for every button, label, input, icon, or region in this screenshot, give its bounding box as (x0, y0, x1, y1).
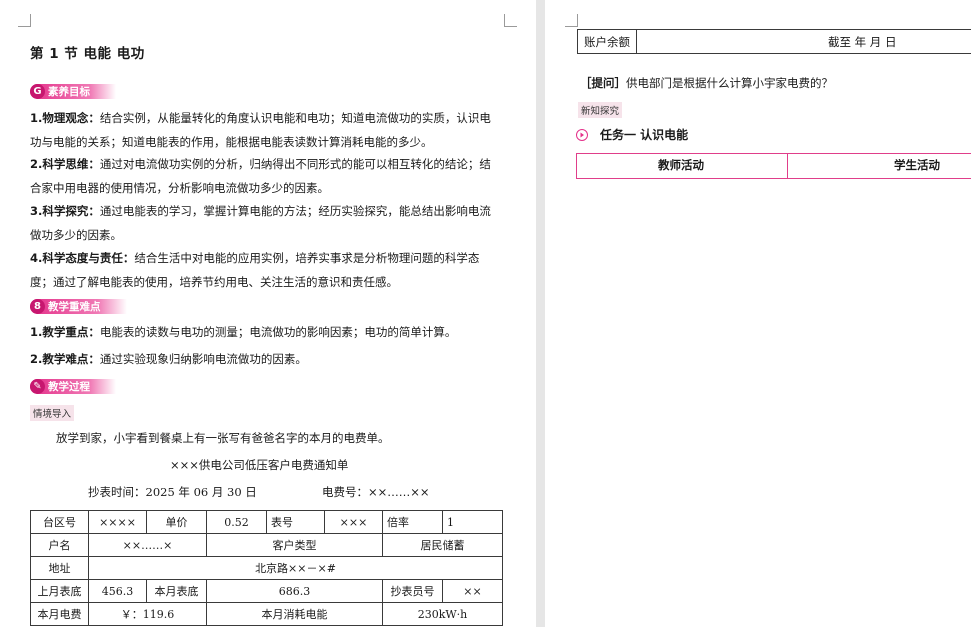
table-cell: ×× (442, 579, 503, 603)
key-points-icon: 8 (30, 299, 45, 314)
table-cell: 抄表员号 (382, 579, 443, 603)
bill-table: 台区号 ×××× 单价 0.52 表号 ××× 倍率 1 户名 ××……× 客户… (30, 510, 503, 626)
objective-lead: 3.科学探究： (30, 204, 100, 218)
margin-corner-mark (18, 14, 31, 27)
keypoint-text: 电能表的读数与电功的测量；电流做功的影响因素；电功的简单计算。 (99, 325, 457, 339)
table-cell: ××× (324, 510, 383, 534)
margin-corner-mark (565, 14, 578, 27)
table-row: 户名 ××……× 客户类型 居民储蓄 (30, 533, 503, 557)
objective-lead: 2.科学思维： (30, 157, 100, 171)
process-badge: ✎ 教学过程 (30, 379, 116, 394)
table-cell: 表号 (266, 510, 325, 534)
balance-date: 截至 年 月 日 (828, 35, 897, 49)
table-divider (787, 154, 788, 178)
edit-icon: ✎ (30, 379, 45, 394)
objective-lead: 1.物理观念： (30, 111, 100, 125)
left-page: 第 1 节 电能 电功 G 素养目标 1.物理观念：结合实例，从能量转化的角度认… (0, 0, 536, 627)
objective-paragraph: 3.科学探究：通过电能表的学习，掌握计算电能的方法；经历实验探究，能总结出影响电… (30, 200, 500, 247)
explore-tag: 新知探究 (578, 102, 623, 118)
question-lead: ［提问］ (580, 76, 626, 90)
balance-row: 账户余额 截至 年 月 日 (577, 29, 971, 54)
table-cell: 本月电费 (30, 602, 89, 626)
balance-label: 账户余额 (578, 30, 637, 53)
table-cell: 1 (442, 510, 503, 534)
table-cell: ×××× (88, 510, 147, 534)
objective-paragraph: 1.物理观念：结合实例，从能量转化的角度认识电能和电功；知道电流做功的实质，认识… (30, 107, 500, 154)
objective-paragraph: 4.科学态度与责任：结合生活中对电能的应用实例，培养实事求是分析物理问题的科学态… (30, 247, 500, 294)
table-row: 本月电费 ￥：119.6 本月消耗电能 230kW·h (30, 602, 503, 626)
objective-text: 通过电能表的学习，掌握计算电能的方法；经历实验探究，能总结出影响电流做功多少的因… (30, 204, 491, 242)
bill-title: ×××供电公司低压客户电费通知单 (170, 458, 349, 472)
table-cell: 北京路××－×# (88, 556, 503, 580)
activity-table: 教师活动 学生活动 (576, 153, 971, 179)
task-heading: 任务一 认识电能 (576, 126, 688, 143)
table-row: 地址 北京路××－×# (30, 556, 503, 580)
objective-paragraph: 2.科学思维：通过对电流做功实例的分析，归纳得出不同形式的能可以相互转化的结论；… (30, 153, 500, 200)
table-cell: 台区号 (30, 510, 89, 534)
badge-label: 教学过程 (48, 381, 90, 393)
teacher-activity-header: 教师活动 (658, 158, 704, 172)
table-cell: 本月表底 (146, 579, 207, 603)
keypoint-text: 通过实验现象归纳影响电流做功的因素。 (99, 352, 307, 366)
student-activity-header: 学生活动 (894, 158, 940, 172)
table-row: 台区号 ×××× 单价 0.52 表号 ××× 倍率 1 (30, 510, 503, 534)
question: ［提问］供电部门是根据什么计算小宇家电费的？ (580, 75, 833, 91)
intro-tag: 情境导入 (30, 405, 75, 421)
table-cell: ××……× (88, 533, 207, 557)
table-cell: ￥：119.6 (88, 602, 207, 626)
question-text: 供电部门是根据什么计算小宇家电费的？ (626, 76, 833, 90)
table-cell: 单价 (146, 510, 207, 534)
margin-corner-mark (504, 14, 517, 27)
keypoint-paragraph: 2.教学难点：通过实验现象归纳影响电流做功的因素。 (30, 348, 500, 372)
bill-date: 抄表时间：2025 年 06 月 30 日 (88, 485, 257, 499)
objective-text: 通过对电流做功实例的分析，归纳得出不同形式的能可以相互转化的结论；结合家中用电器… (30, 157, 491, 195)
task-title: 任务一 认识电能 (600, 128, 689, 142)
objective-text: 结合实例，从能量转化的角度认识电能和电功；知道电流做功的实质，认识电功与电能的关… (30, 111, 491, 149)
target-icon: G (30, 84, 45, 99)
table-row: 上月表底 456.3 本月表底 686.3 抄表员号 ×× (30, 579, 503, 603)
keypoint-paragraph: 1.教学重点：电能表的读数与电功的测量；电流做功的影响因素；电功的简单计算。 (30, 321, 500, 345)
table-cell: 倍率 (382, 510, 443, 534)
keypoint-lead: 1.教学重点： (30, 325, 100, 339)
table-cell: 本月消耗电能 (206, 602, 383, 626)
objectives-badge: G 素养目标 (30, 84, 116, 99)
right-page: 账户余额 截至 年 月 日 ［提问］供电部门是根据什么计算小宇家电费的？ 新知探… (545, 0, 971, 627)
table-cell: 地址 (30, 556, 89, 580)
table-cell: 居民储蓄 (382, 533, 503, 557)
badge-label: 素养目标 (48, 86, 90, 98)
table-cell: 户名 (30, 533, 89, 557)
table-cell: 230kW·h (382, 602, 503, 626)
objective-lead: 4.科学态度与责任： (30, 251, 135, 265)
badge-label: 教学重难点 (48, 301, 101, 313)
table-cell: 686.3 (206, 579, 383, 603)
keypoint-lead: 2.教学难点： (30, 352, 100, 366)
table-cell: 0.52 (206, 510, 267, 534)
table-cell: 客户类型 (206, 533, 383, 557)
table-cell: 上月表底 (30, 579, 89, 603)
bill-number: 电费号：××……×× (322, 485, 430, 499)
play-circle-icon (576, 128, 588, 141)
table-cell: 456.3 (88, 579, 147, 603)
keypoints-badge: 8 教学重难点 (30, 299, 127, 314)
section-title: 第 1 节 电能 电功 (30, 46, 145, 62)
intro-text: 放学到家，小宇看到餐桌上有一张写有爸爸名字的本月的电费单。 (56, 431, 390, 445)
